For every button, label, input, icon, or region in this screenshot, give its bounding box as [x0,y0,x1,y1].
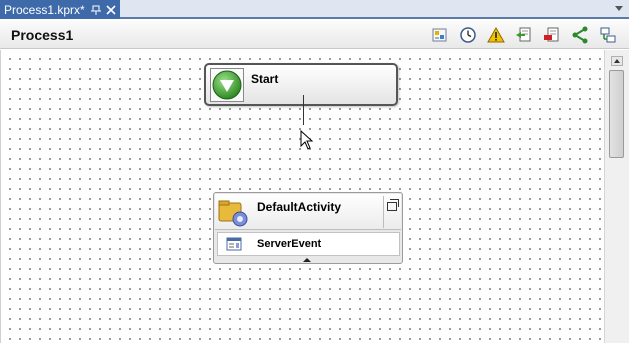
connector-line [303,95,304,125]
start-node[interactable]: Start [204,63,398,106]
server-event-icon [226,237,242,251]
share-icon[interactable] [571,26,589,44]
activity-node[interactable]: DefaultActivity ServerEvent [213,192,403,264]
pin-icon[interactable] [90,4,102,16]
clock-icon[interactable] [459,26,477,44]
properties-icon[interactable] [431,26,449,44]
layout-icon[interactable] [599,26,617,44]
import-icon[interactable] [515,26,533,44]
tab-title: Process1.kprx* [4,2,85,17]
close-icon[interactable] [105,4,117,16]
vertical-scrollbar[interactable] [604,50,629,343]
warning-icon[interactable] [487,26,505,44]
start-label: Start [251,72,279,86]
server-event-label: ServerEvent [257,238,322,250]
collapse-arrow-icon[interactable] [303,258,311,262]
server-event-row[interactable]: ServerEvent [217,232,400,256]
document-tab[interactable]: Process1.kprx* [0,0,120,19]
tab-overflow-icon[interactable] [615,6,623,11]
designer-toolbar [431,26,617,44]
document-tab-strip: Process1.kprx* [0,0,629,19]
activity-icon [217,196,251,230]
designer-header: Process1 [0,21,629,49]
activity-label: DefaultActivity [257,200,342,214]
expand-icon[interactable] [383,196,401,228]
scroll-thumb[interactable] [609,70,624,158]
activity-header[interactable]: DefaultActivity [215,194,401,230]
scroll-up-button[interactable] [611,56,623,66]
start-icon [210,68,244,102]
export-icon[interactable] [543,26,561,44]
page-title: Process1 [11,27,74,43]
mouse-cursor-icon [300,129,314,150]
